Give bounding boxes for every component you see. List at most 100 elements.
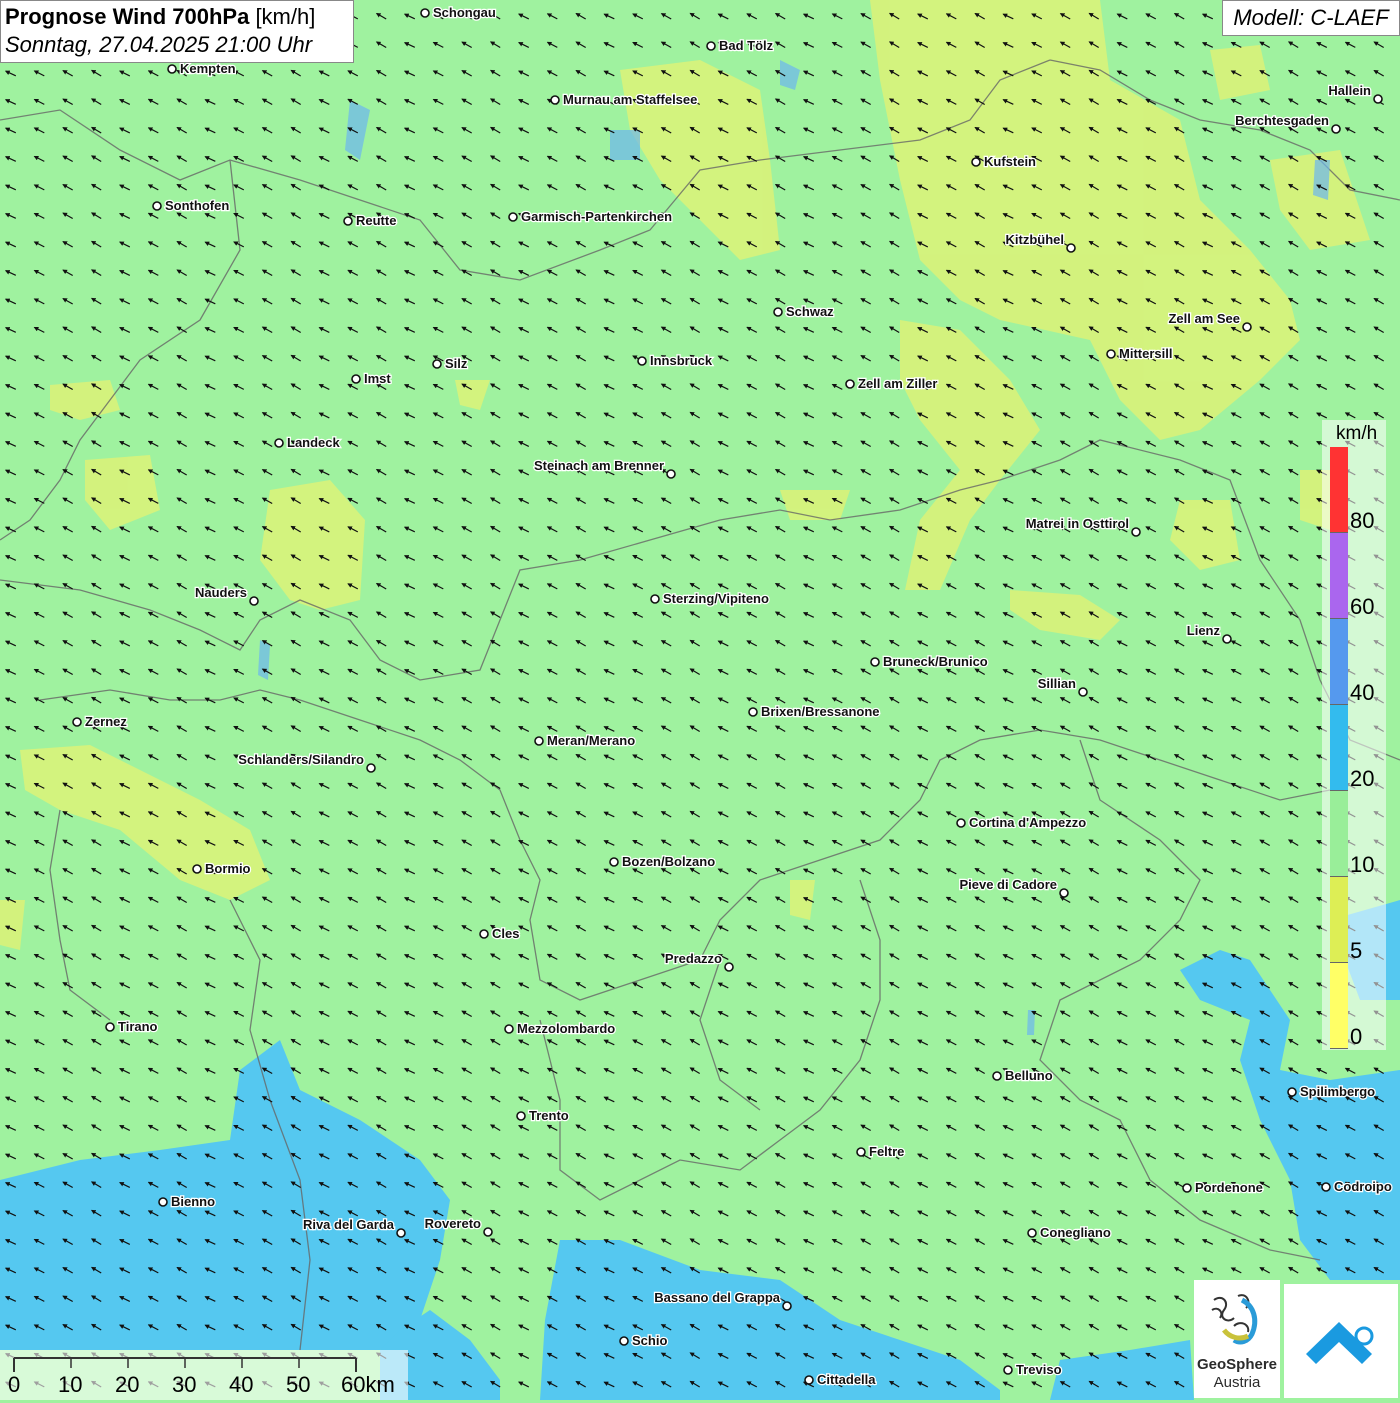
geosphere-country: Austria bbox=[1213, 1374, 1261, 1391]
city-label: Zell am Ziller bbox=[858, 376, 937, 391]
city-label: Conegliano bbox=[1040, 1225, 1111, 1240]
legend-label: 0 bbox=[1350, 1024, 1363, 1049]
city-marker bbox=[420, 8, 430, 18]
legend-color-segment bbox=[1330, 963, 1348, 1049]
city-label: Kufstein bbox=[984, 154, 1036, 169]
city-label: Cles bbox=[492, 926, 519, 941]
city-label: Cittadella bbox=[817, 1372, 876, 1387]
city-marker bbox=[1222, 634, 1232, 644]
city-marker bbox=[782, 1301, 792, 1311]
city-marker bbox=[1027, 1228, 1037, 1238]
city-label: Treviso bbox=[1016, 1362, 1062, 1377]
city-marker bbox=[158, 1197, 168, 1207]
city-marker bbox=[1182, 1183, 1192, 1193]
city-marker bbox=[804, 1375, 814, 1385]
city-marker bbox=[152, 201, 162, 211]
scale-label: 10 bbox=[58, 1372, 83, 1397]
geosphere-emblem-icon bbox=[1211, 1294, 1258, 1345]
city-marker bbox=[971, 157, 981, 167]
city-label: Kempten bbox=[180, 61, 236, 76]
city-marker bbox=[1242, 322, 1252, 332]
city-marker bbox=[724, 962, 734, 972]
city-label: Predazzo bbox=[665, 951, 722, 966]
city-label: Sonthofen bbox=[165, 198, 229, 213]
city-label: Bassano del Grappa bbox=[654, 1290, 780, 1305]
city-label: Hallein bbox=[1328, 83, 1371, 98]
forecast-datetime: Sonntag, 27.04.2025 21:00 Uhr bbox=[5, 32, 313, 57]
city-marker bbox=[706, 41, 716, 51]
city-label: Lienz bbox=[1187, 623, 1221, 638]
city-marker bbox=[1287, 1087, 1297, 1097]
chevron-up-icon bbox=[1306, 1322, 1374, 1364]
city-label: Riva del Garda bbox=[303, 1217, 395, 1232]
uwz-logo bbox=[1284, 1284, 1398, 1398]
scale-label: 40 bbox=[229, 1372, 254, 1397]
city-marker bbox=[666, 469, 676, 479]
city-marker bbox=[192, 864, 202, 874]
legend-label: 5 bbox=[1350, 938, 1363, 963]
legend-color-segment bbox=[1330, 877, 1348, 963]
title-box: Prognose Wind 700hPa [km/h] Sonntag, 27.… bbox=[0, 0, 354, 63]
legend-color-segment bbox=[1330, 533, 1348, 619]
city-label: Belluno bbox=[1005, 1068, 1053, 1083]
city-label: Sillian bbox=[1038, 676, 1076, 691]
city-label: Matrei in Osttirol bbox=[1026, 516, 1129, 531]
city-marker bbox=[956, 818, 966, 828]
city-marker bbox=[351, 374, 361, 384]
city-label: Zernez bbox=[85, 714, 127, 729]
city-marker bbox=[748, 707, 758, 717]
city-marker bbox=[1331, 124, 1341, 134]
legend-color-segment bbox=[1330, 447, 1348, 533]
legend-label: 40 bbox=[1350, 680, 1375, 705]
city-label: Steinach am Brenner bbox=[534, 458, 664, 473]
city-marker bbox=[992, 1071, 1002, 1081]
wind-map: Schongau Kempten Bad Tölz Murnau am Staffel… bbox=[0, 0, 1400, 1400]
city-marker bbox=[773, 307, 783, 317]
city-label: Schongau bbox=[433, 5, 496, 20]
city-marker bbox=[870, 657, 880, 667]
city-label: Schio bbox=[632, 1333, 667, 1348]
city-label: Meran/Merano bbox=[547, 733, 635, 748]
city-marker bbox=[508, 212, 518, 222]
city-label: Codroipo bbox=[1334, 1179, 1392, 1194]
city-marker bbox=[1373, 94, 1383, 104]
city-marker bbox=[105, 1022, 115, 1032]
city-label: Feltre bbox=[869, 1144, 904, 1159]
city-label: Reutte bbox=[356, 213, 396, 228]
city-marker bbox=[550, 95, 560, 105]
city-marker bbox=[534, 736, 544, 746]
city-marker bbox=[1003, 1365, 1013, 1375]
city-label: Silz bbox=[445, 356, 468, 371]
city-marker bbox=[72, 717, 82, 727]
city-marker bbox=[366, 763, 376, 773]
city-label: Landeck bbox=[287, 435, 341, 450]
city-marker bbox=[609, 857, 619, 867]
scale-label: 50 bbox=[286, 1372, 311, 1397]
city-label: Bruneck/Brunico bbox=[883, 654, 988, 669]
city-label: Garmisch-Partenkirchen bbox=[521, 209, 672, 224]
city-label: Trento bbox=[529, 1108, 569, 1123]
legend-color-segment bbox=[1330, 705, 1348, 791]
legend-label: 10 bbox=[1350, 852, 1375, 877]
city-marker bbox=[504, 1024, 514, 1034]
city-marker bbox=[483, 1227, 493, 1237]
scale-label: 60km bbox=[341, 1372, 395, 1397]
city-label: Mezzolombardo bbox=[517, 1021, 615, 1036]
city-label: Bienno bbox=[171, 1194, 215, 1209]
city-marker bbox=[249, 596, 259, 606]
scale-label: 0 bbox=[8, 1372, 21, 1397]
city-marker bbox=[1066, 243, 1076, 253]
city-marker bbox=[1106, 349, 1116, 359]
legend-color-segment bbox=[1330, 619, 1348, 705]
city-label: Pordenone bbox=[1195, 1180, 1263, 1195]
city-marker bbox=[619, 1336, 629, 1346]
city-marker bbox=[167, 64, 177, 74]
legend-label: 20 bbox=[1350, 766, 1375, 791]
city-marker bbox=[516, 1111, 526, 1121]
city-marker bbox=[637, 356, 647, 366]
city-label: Bormio bbox=[205, 861, 251, 876]
city-marker bbox=[845, 379, 855, 389]
city-marker bbox=[856, 1147, 866, 1157]
map-title: Prognose Wind 700hPa [km/h] bbox=[5, 4, 316, 29]
city-label: Cortina d'Ampezzo bbox=[969, 815, 1086, 830]
